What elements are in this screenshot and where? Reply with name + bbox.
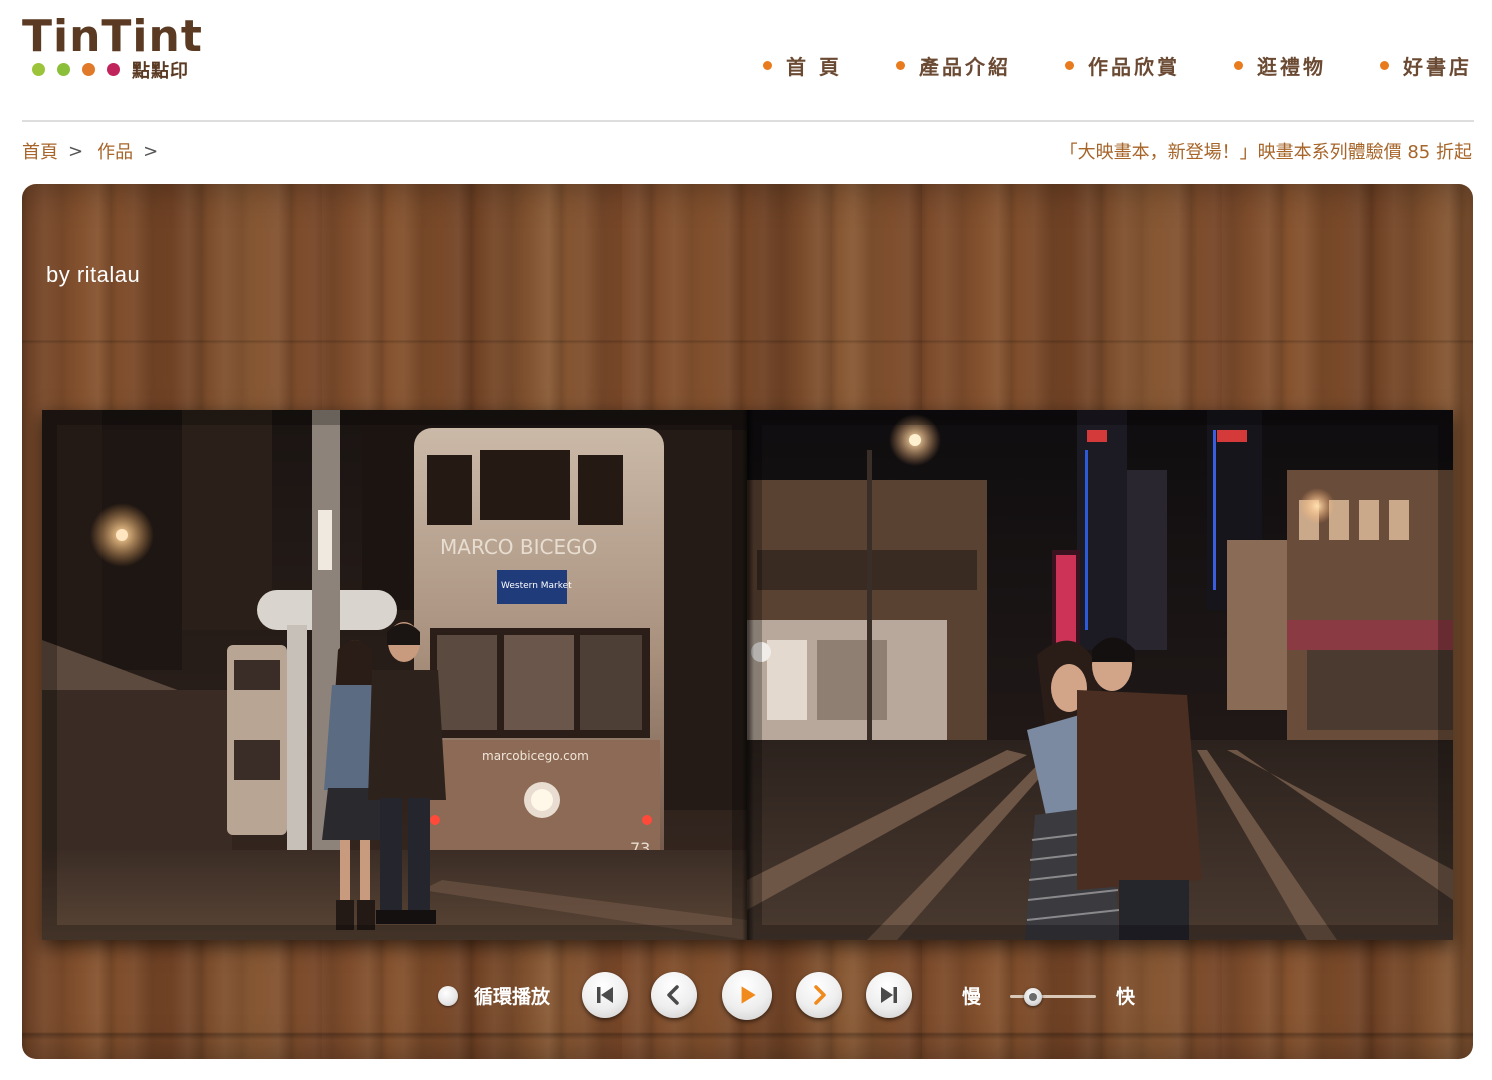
promo-link[interactable]: 「大映畫本，新登場！」映畫本系列體驗價 85 折起 [1060,138,1472,164]
book-page-left[interactable]: MARCO BICEGO Western Market marcobicego.… [42,410,747,940]
nav-item-products[interactable]: 產品介紹 [896,51,1011,80]
nav-item-gifts[interactable]: 逛禮物 [1234,51,1326,80]
nav-item-label: 逛禮物 [1257,54,1326,79]
tram-brand-text: MARCO BICEGO [440,535,597,559]
site-logo[interactable]: TinTint 點點印 [22,14,212,84]
nav-item-bookstore[interactable]: 好書店 [1380,51,1472,80]
tram-website-text: marcobicego.com [482,749,589,763]
loop-playback-label: 循環播放 [474,986,551,1008]
prev-page-button[interactable] [651,972,697,1018]
first-page-button[interactable] [582,972,628,1018]
nav-item-label: 好書店 [1403,54,1472,79]
next-page-button[interactable] [796,972,842,1018]
logo-wordmark: TinTint [22,11,203,62]
header-divider [22,120,1474,122]
nav-bullet-icon [763,60,773,70]
logo-dot-lime [57,62,70,76]
photo-book-spread[interactable]: MARCO BICEGO Western Market marcobicego.… [42,410,1453,940]
speed-slider[interactable] [1010,988,1096,1006]
play-icon [741,986,756,1004]
breadcrumb-works-link[interactable]: 作品 [97,138,133,164]
nav-item-label: 作品欣賞 [1088,54,1180,79]
nav-bullet-icon [1065,60,1074,70]
playback-controls: 循環播放 慢 快 [22,970,1473,1022]
logo-dot-orange [82,62,95,76]
logo-dot-green [32,62,45,76]
last-page-button[interactable] [866,972,912,1018]
loop-playback-radio[interactable] [438,986,458,1006]
chevron-left-icon [667,985,679,1005]
book-page-right[interactable] [747,410,1453,940]
breadcrumb-separator: > [143,140,159,162]
page: TinTint 點點印 首 頁 產品介紹 作品欣賞 逛禮物 好書店 首頁 > 作… [0,0,1492,1080]
author-credit: by ritalau [46,262,141,287]
speed-fast-label: 快 [1116,986,1136,1008]
nav-bullet-icon [1380,60,1389,70]
logo-subtitle: 點點印 [132,61,189,82]
play-button[interactable] [722,970,772,1020]
tram-destination-text: Western Market [501,581,572,591]
skip-first-icon [597,987,613,1003]
main-nav: 首 頁 產品介紹 作品欣賞 逛禮物 好書店 [709,50,1472,80]
nav-item-label: 產品介紹 [919,54,1011,79]
breadcrumb: 首頁 > 作品 > [22,138,172,164]
logo-dots [32,62,120,76]
nav-item-gallery[interactable]: 作品欣賞 [1065,51,1180,80]
logo-dot-magenta [107,62,120,76]
nav-bullet-icon [1234,60,1243,70]
breadcrumb-separator: > [68,140,84,162]
book-viewer: by ritalau MARCO BICEGO Western Market m… [22,184,1473,1059]
street-couple-photo [747,410,1453,940]
nav-bullet-icon [896,60,905,70]
chevron-right-icon [814,985,826,1005]
speed-slow-label: 慢 [962,986,982,1008]
nav-item-home[interactable]: 首 頁 [763,51,842,80]
skip-last-icon [881,987,897,1003]
nav-item-label: 首 頁 [786,54,842,79]
tram-couple-photo: MARCO BICEGO Western Market marcobicego.… [42,410,747,940]
speed-slider-handle[interactable] [1023,988,1042,1006]
breadcrumb-home-link[interactable]: 首頁 [22,138,58,164]
